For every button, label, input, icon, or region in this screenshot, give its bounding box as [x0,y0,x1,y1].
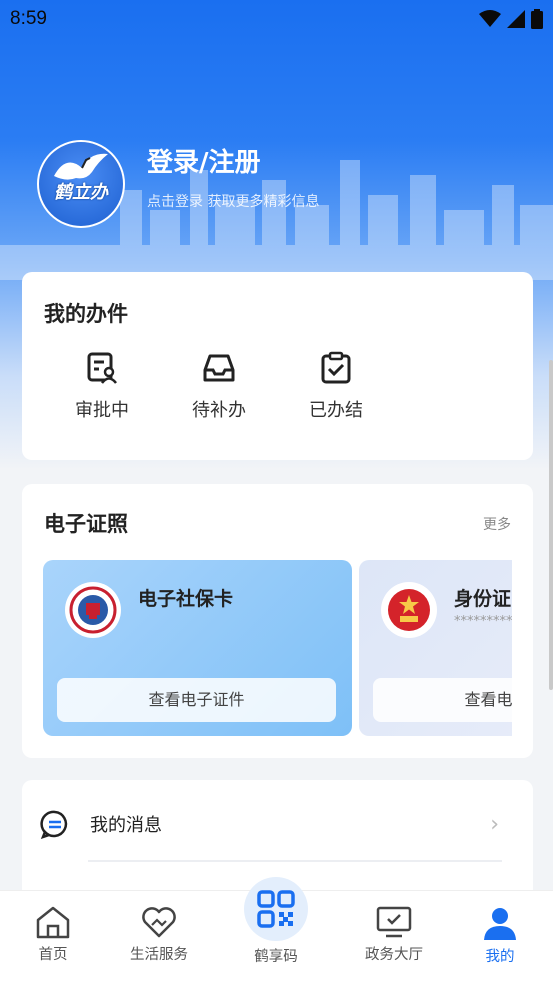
task-completed[interactable]: 已办结 [291,350,381,422]
tab-mine[interactable]: 我的 [450,905,550,966]
monitor-check-icon [376,906,412,938]
task-label: 已办结 [309,400,363,421]
tab-home[interactable]: 首页 [3,905,103,964]
status-time: 8:59 [10,8,47,29]
certificate-masked-number: ********** [454,614,512,629]
view-certificate-button[interactable]: 查看电子证件 [373,678,512,722]
view-certificate-button[interactable]: 查看电子证件 [57,678,336,722]
tab-qr-code[interactable]: 鹤享码 [226,945,326,966]
tab-government-hall[interactable]: 政务大厅 [344,905,444,964]
clipboard-check-icon [321,351,351,384]
inbox-icon [203,354,235,382]
handshake-heart-icon [142,907,176,938]
document-user-icon [87,352,117,384]
my-tasks-title: 我的办件 [44,302,128,326]
more-link[interactable]: 更多 [483,514,511,534]
social-security-emblem-icon [65,582,121,638]
task-label: 审批中 [75,400,129,421]
login-subtitle: 点击登录 获取更多精彩信息 [147,193,320,210]
status-bar: 8:59 [0,0,553,38]
certificate-card-social-security[interactable]: 电子社保卡 查看电子证件 [43,560,352,736]
e-certificates-card: 电子证照 更多 电子社保卡 查看电子证件 身份证 ********* 查看电 [22,484,533,758]
bottom-tab-bar: 首页 生活服务 鹤享码 政务大厅 我的 [0,877,553,984]
list-item-label: 我的消息 [90,815,162,836]
task-approving[interactable]: 审批中 [57,350,147,422]
home-icon [36,906,70,939]
scrollbar[interactable] [549,360,553,690]
cellular-signal-icon [507,10,525,28]
wifi-icon [479,10,501,27]
message-icon [40,810,68,839]
national-emblem-icon [381,582,437,638]
qr-code-icon [257,890,295,928]
qr-code-button[interactable] [244,877,308,941]
login-register-title[interactable]: 登录/注册 [147,142,319,179]
certificate-carousel[interactable]: 电子社保卡 查看电子证件 身份证 ********** 查看电子证件 [43,560,512,736]
divider [88,860,502,862]
my-tasks-card: 我的办件 审批中 待补办 已办结 [22,272,533,460]
certificate-card-id-card[interactable]: 身份证 ********** 查看电子证件 [359,560,512,736]
tab-label: 生活服务 [130,947,188,963]
login-profile[interactable]: 鹤立办 登录/注册 点击登录 获取更多精彩信息 [37,140,319,228]
certificate-name: 电子社保卡 [138,588,234,610]
certificate-name: 身份证 [454,588,512,610]
logo-text: 鹤立办 [54,182,108,203]
chevron-right-icon: › [490,812,499,837]
app-logo-avatar[interactable]: 鹤立办 [37,140,125,228]
tab-label: 首页 [38,947,68,963]
tab-label: 我的 [485,949,515,965]
tab-label: 鹤享码 [254,949,298,965]
tab-life-services[interactable]: 生活服务 [109,905,209,964]
task-label: 待补办 [192,400,246,421]
tab-label: 政务大厅 [365,947,423,963]
e-certificates-title: 电子证照 [44,512,128,536]
list-item-my-messages[interactable]: 我的消息 › [22,802,533,846]
battery-icon [531,9,543,29]
user-icon [484,908,516,940]
task-pending-supplement[interactable]: 待补办 [174,350,264,422]
